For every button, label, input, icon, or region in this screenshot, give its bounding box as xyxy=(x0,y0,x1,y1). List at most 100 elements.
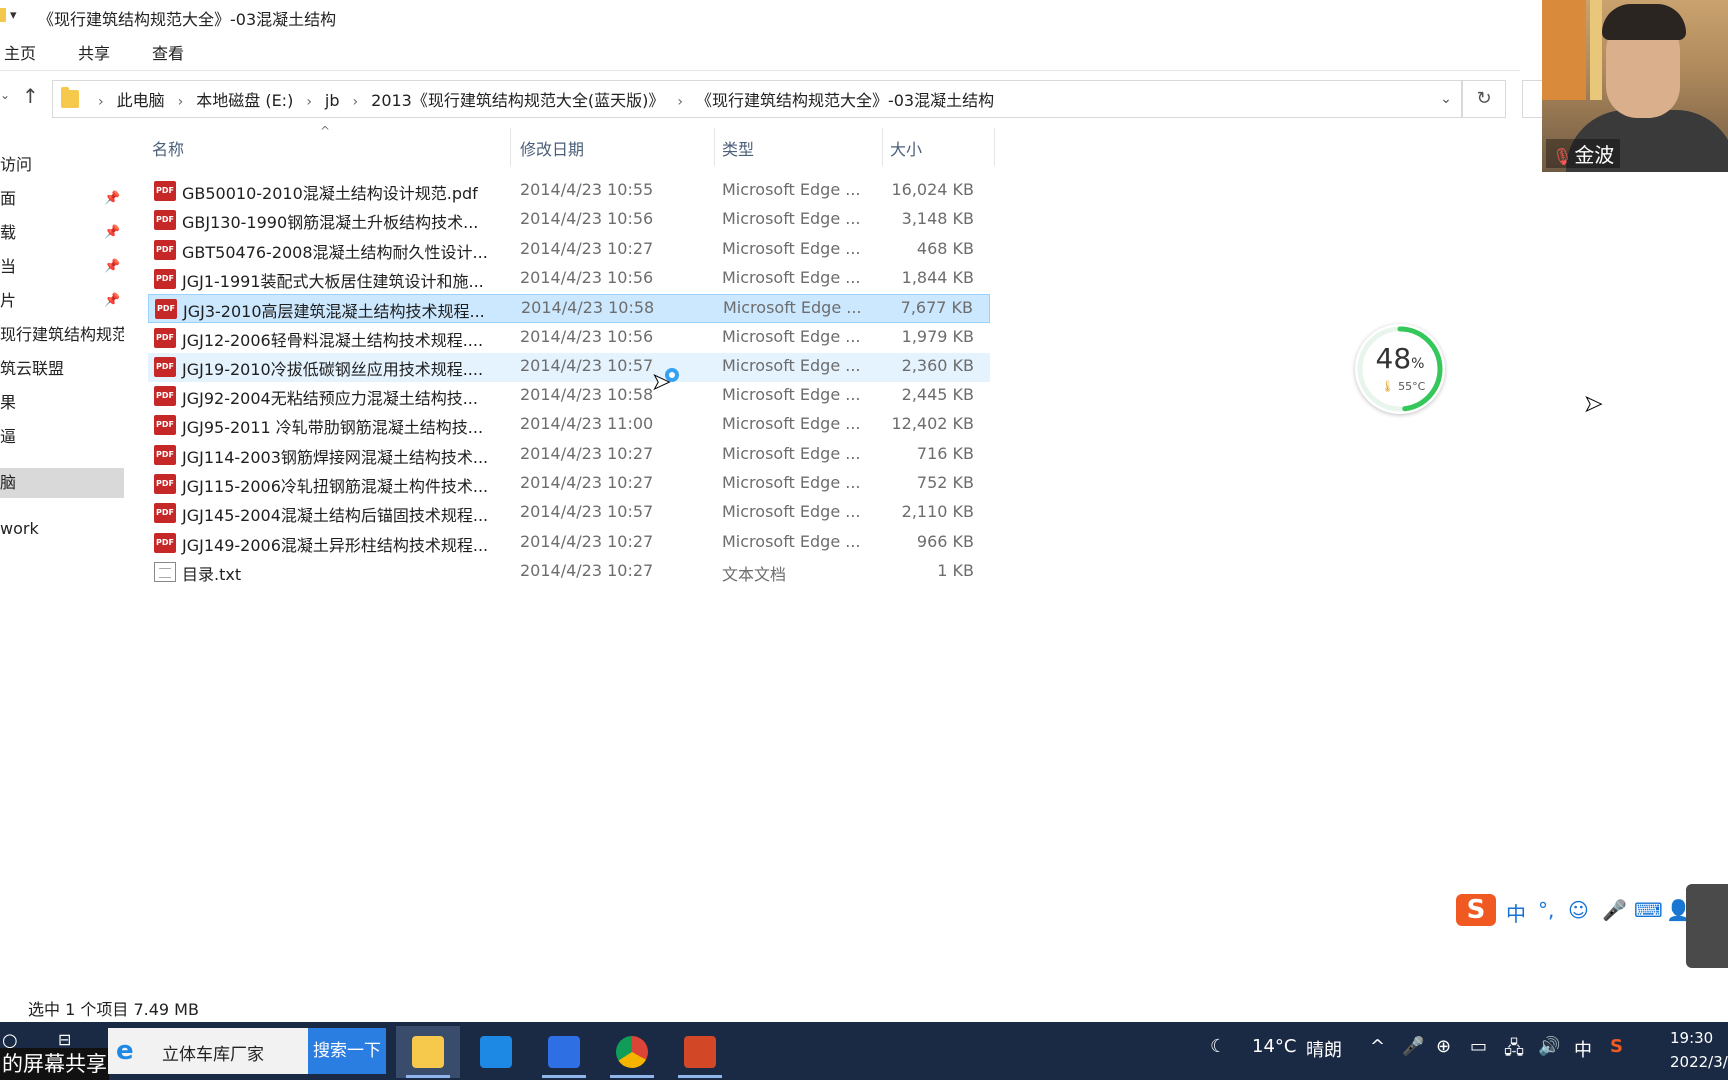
nav-item-folder-3[interactable]: 果 xyxy=(0,388,124,418)
active-indicator xyxy=(406,1075,450,1078)
performance-gauge[interactable]: 48% 🌡 55°C xyxy=(1355,324,1445,414)
nav-item-quick-access[interactable]: 访问 xyxy=(0,150,124,180)
column-header-date[interactable]: 修改日期 xyxy=(520,136,584,160)
taskbar-clock[interactable]: 19:30 2022/3/4 xyxy=(1670,1026,1728,1074)
up-arrow-icon[interactable]: ↑ xyxy=(22,84,39,108)
chevron-right-icon[interactable]: › xyxy=(98,94,104,110)
file-date: 2014/4/23 10:56 xyxy=(520,209,654,229)
file-row[interactable]: PDF JGJ149-2006混凝土异形柱结构技术规程... 2014/4/23 1… xyxy=(148,529,990,558)
column-header-name[interactable]: 名称 xyxy=(152,136,184,160)
tab-home[interactable]: 主页 xyxy=(2,38,38,66)
taskbar-file-explorer[interactable] xyxy=(396,1026,460,1078)
column-divider[interactable] xyxy=(714,128,715,166)
quick-access-dropdown[interactable]: ▾ xyxy=(10,8,17,23)
tab-view[interactable]: 查看 xyxy=(150,38,186,66)
chevron-right-icon[interactable]: › xyxy=(353,94,359,110)
file-row[interactable]: PDF JGJ12-2006轻骨料混凝土结构技术规程.... 2014/4/23 1… xyxy=(148,324,990,353)
taskbar-search-box[interactable]: e 立体车库厂家 xyxy=(108,1028,308,1074)
nav-item-this-pc[interactable]: 脑 xyxy=(0,468,124,498)
file-name: GBT50476-2008混凝土结构耐久性设计... xyxy=(182,242,488,262)
taskbar-store[interactable] xyxy=(464,1026,528,1078)
column-divider[interactable] xyxy=(994,128,995,166)
file-date: 2014/4/23 10:58 xyxy=(521,298,655,318)
refresh-button[interactable]: ↻ xyxy=(1462,80,1506,118)
nav-item-downloads[interactable]: 载 📌 xyxy=(0,218,124,248)
recent-locations-chevron-icon[interactable]: ⌄ xyxy=(0,88,10,102)
file-row[interactable]: PDF JGJ145-2004混凝土结构后锚固技术规程... 2014/4/23 1… xyxy=(148,499,990,528)
file-type: Microsoft Edge ... xyxy=(722,502,861,522)
breadcrumb-jb[interactable]: jb xyxy=(325,91,340,110)
file-type: Microsoft Edge ... xyxy=(722,238,861,258)
chevron-right-icon[interactable]: › xyxy=(306,94,312,110)
file-size: 1,844 KB xyxy=(901,267,974,287)
pdf-icon: PDF xyxy=(154,503,176,524)
file-size: 1 KB xyxy=(937,560,974,580)
chevron-right-icon[interactable]: › xyxy=(178,94,184,110)
address-dropdown-chevron-icon[interactable]: ⌄ xyxy=(1432,80,1460,118)
microphone-icon[interactable]: 🎤 xyxy=(1402,1036,1424,1057)
file-row[interactable]: PDF JGJ114-2003钢筋焊接网混凝土结构技术... 2014/4/23 1… xyxy=(148,441,990,470)
column-divider[interactable] xyxy=(882,128,883,166)
nav-item-documents[interactable]: 当 📌 xyxy=(0,252,124,282)
ime-voice-icon[interactable]: 🎤 xyxy=(1602,898,1627,922)
nav-item-desktop[interactable]: 面 📌 xyxy=(0,184,124,214)
file-date: 2014/4/23 10:27 xyxy=(520,443,654,463)
file-row[interactable]: PDF JGJ95-2011 冷轧带肋钢筋混凝土结构技... 2014/4/23 1… xyxy=(148,411,990,440)
pdf-icon: PDF xyxy=(154,444,176,465)
file-type: Microsoft Edge ... xyxy=(722,180,861,199)
file-date: 2014/4/23 10:56 xyxy=(520,326,654,346)
file-name: JGJ145-2004混凝土结构后锚固技术规程... xyxy=(182,506,489,526)
nav-item-folder-4[interactable]: 逼 xyxy=(0,422,124,452)
tray-temperature[interactable]: 14°C xyxy=(1252,1036,1296,1057)
active-indicator xyxy=(542,1075,586,1078)
file-row[interactable]: PDF JGJ92-2004无粘结预应力混凝土结构技... 2014/4/23 10… xyxy=(148,382,990,411)
nav-item-folder-2[interactable]: 筑云联盟 xyxy=(0,354,124,384)
tab-share[interactable]: 共享 xyxy=(76,38,112,66)
file-row[interactable]: PDF JGJ115-2006冷轧扭钢筋混凝土构件技术... 2014/4/23 1… xyxy=(148,470,990,499)
nav-item-pictures[interactable]: 片 📌 xyxy=(0,286,124,316)
nav-item-network[interactable]: work xyxy=(0,514,124,544)
task-view-icon[interactable]: ⊟ xyxy=(58,1030,71,1049)
volume-icon[interactable]: 🔊 xyxy=(1538,1036,1560,1057)
file-name: GBJ130-1990钢筋混凝土升板结构技术... xyxy=(182,213,479,233)
sogou-logo-icon[interactable]: S xyxy=(1456,894,1496,926)
tray-app-icon[interactable]: ⊕ xyxy=(1436,1036,1451,1057)
side-panel-tab[interactable] xyxy=(1686,884,1728,968)
show-hidden-icons-chevron-icon[interactable]: ^ xyxy=(1370,1036,1385,1057)
nav-item-folder-1[interactable]: 现行建筑结构规范 xyxy=(0,320,124,350)
taskbar-search-button[interactable]: 搜索一下 xyxy=(308,1028,386,1074)
file-row[interactable]: PDF JGJ3-2010高层建筑混凝土结构技术规程... 2014/4/23 10… xyxy=(148,294,990,324)
file-row[interactable]: PDF JGJ1-1991装配式大板居住建筑设计和施... 2014/4/23 10… xyxy=(148,265,990,294)
breadcrumb-current-folder[interactable]: 《现行建筑结构规范大全》-03混凝土结构 xyxy=(696,91,994,110)
tray-ime-indicator[interactable]: 中 xyxy=(1574,1036,1592,1062)
file-date: 2014/4/23 10:58 xyxy=(520,385,654,405)
ime-punctuation-icon[interactable]: °, xyxy=(1538,898,1554,922)
network-icon[interactable]: 🖧 xyxy=(1504,1036,1524,1066)
ime-chinese-mode[interactable]: 中 xyxy=(1506,898,1526,927)
sogou-tray-icon[interactable]: S xyxy=(1610,1036,1623,1057)
breadcrumb-local-disk[interactable]: 本地磁盘 (E:) xyxy=(196,91,293,110)
file-row[interactable]: PDF JGJ19-2010冷拔低碳钢丝应用技术规程.... 2014/4/23 1… xyxy=(148,352,990,382)
file-row[interactable]: 目录.txt 2014/4/23 10:27 文本文档 1 KB xyxy=(148,558,990,587)
address-bar[interactable]: › 此电脑 › 本地磁盘 (E:) › jb › 2013《现行建筑结构规范大全(蓝天版)》 ›… xyxy=(52,80,1462,118)
battery-icon[interactable]: ▭ xyxy=(1470,1036,1487,1057)
taskbar-meeting[interactable] xyxy=(532,1026,596,1078)
ime-keyboard-icon[interactable]: ⌨ xyxy=(1634,898,1663,922)
breadcrumb-this-pc[interactable]: 此电脑 xyxy=(117,91,165,110)
chevron-right-icon[interactable]: › xyxy=(677,94,683,110)
file-row[interactable]: PDF GBJ130-1990钢筋混凝土升板结构技术... 2014/4/23 10… xyxy=(148,206,990,235)
taskbar-powerpoint[interactable] xyxy=(668,1026,732,1078)
tray-weather[interactable]: 晴朗 xyxy=(1306,1036,1342,1062)
taskbar-chrome[interactable] xyxy=(600,1026,664,1078)
screen-share-label: 的屏幕共享 xyxy=(0,1048,109,1080)
file-row[interactable]: PDF GB50010-2010混凝土结构设计规范.pdf 2014/4/23 10… xyxy=(148,177,990,206)
column-header-type[interactable]: 类型 xyxy=(722,136,754,160)
powerpoint-icon xyxy=(684,1036,716,1068)
file-row[interactable]: PDF GBT50476-2008混凝土结构耐久性设计... 2014/4/23 1… xyxy=(148,236,990,265)
column-divider[interactable] xyxy=(510,128,511,166)
ime-emoji-icon[interactable]: ☺ xyxy=(1568,898,1589,922)
breadcrumb-2013[interactable]: 2013《现行建筑结构规范大全(蓝天版)》 xyxy=(371,91,664,110)
gauge-temperature-value: 55°C xyxy=(1398,380,1426,393)
column-header-size[interactable]: 大小 xyxy=(890,136,922,160)
nav-item-label: 逼 xyxy=(0,427,17,446)
